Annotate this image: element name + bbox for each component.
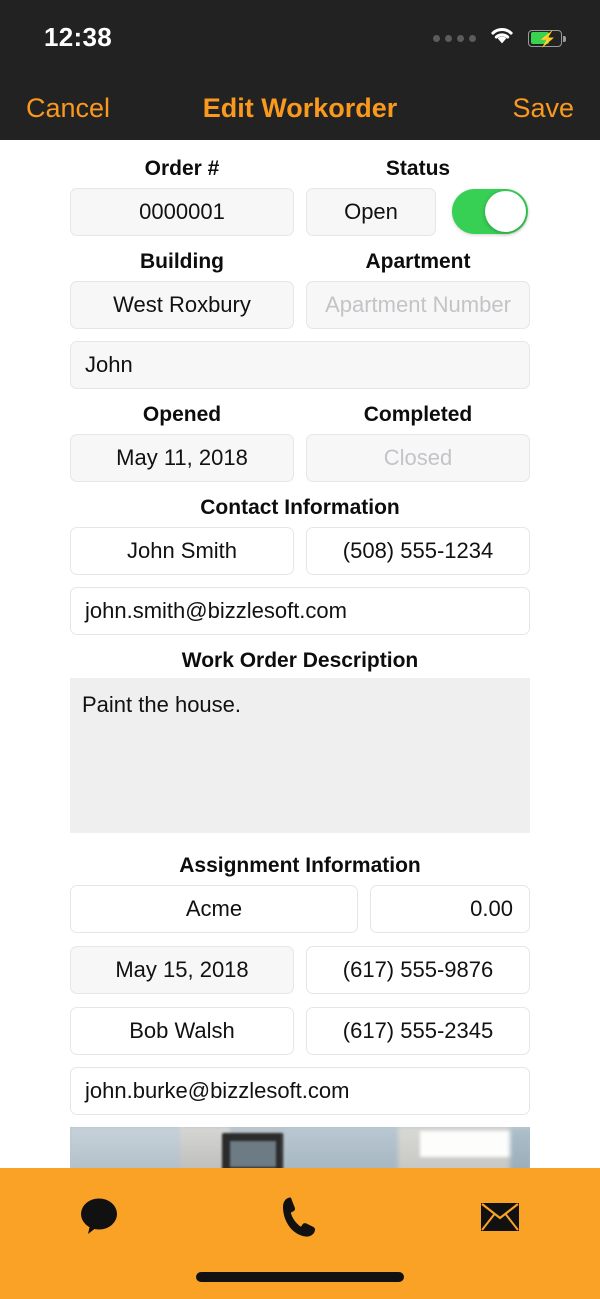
- status-toggle-knob: [485, 191, 526, 232]
- assignment-contact-name-field[interactable]: Bob Walsh: [70, 1007, 294, 1055]
- message-icon: [78, 1196, 122, 1238]
- apartment-label: Apartment: [365, 250, 471, 273]
- contact-name-field[interactable]: John Smith: [70, 527, 294, 575]
- completed-label: Completed: [363, 403, 473, 426]
- contact-information-heading: Contact Information: [200, 496, 400, 519]
- contact-email-field[interactable]: john.smith@bizzlesoft.com: [70, 587, 530, 635]
- contact-phone-field[interactable]: (508) 555-1234: [306, 527, 530, 575]
- apartment-field[interactable]: Apartment Number: [306, 281, 530, 329]
- save-button[interactable]: Save: [512, 93, 574, 124]
- status-field[interactable]: Open: [306, 188, 436, 236]
- email-button[interactable]: [400, 1182, 600, 1252]
- assignment-vendor-phone-field[interactable]: (617) 555-9876: [306, 946, 530, 994]
- tenant-name-field[interactable]: John: [70, 341, 530, 389]
- phone-screen: 12:38 ⚡ Cancel Edit Workorder Save Order…: [0, 0, 600, 1299]
- navigation-bar: Cancel Edit Workorder Save: [0, 76, 600, 140]
- opened-date-field[interactable]: May 11, 2018: [70, 434, 294, 482]
- status-label: Status: [385, 157, 451, 180]
- work-order-description-textarea[interactable]: Paint the house.: [70, 678, 530, 833]
- assignment-vendor-field[interactable]: Acme: [70, 885, 358, 933]
- building-label: Building: [140, 250, 224, 273]
- order-number-field[interactable]: 0000001: [70, 188, 294, 236]
- opened-label: Opened: [142, 403, 222, 426]
- order-number-label: Order #: [144, 157, 220, 180]
- signal-dots-icon: [433, 34, 476, 42]
- assignment-email-field[interactable]: john.burke@bizzlesoft.com: [70, 1067, 530, 1115]
- battery-charging-icon: ⚡: [528, 29, 566, 48]
- status-bar-indicators: ⚡: [433, 26, 566, 50]
- assignment-date-field[interactable]: May 15, 2018: [70, 946, 294, 994]
- assignment-information-heading: Assignment Information: [179, 854, 421, 877]
- work-order-description-heading: Work Order Description: [181, 649, 419, 672]
- completed-date-field[interactable]: Closed: [306, 434, 530, 482]
- assignment-amount-field[interactable]: 0.00: [370, 885, 530, 933]
- page-title: Edit Workorder: [202, 93, 398, 123]
- call-button[interactable]: [200, 1182, 400, 1252]
- status-bar-time: 12:38: [44, 22, 112, 52]
- status-bar: 12:38 ⚡: [0, 0, 600, 76]
- bottom-toolbar: [0, 1168, 600, 1299]
- assignment-contact-phone-field[interactable]: (617) 555-2345: [306, 1007, 530, 1055]
- email-icon: [481, 1203, 519, 1231]
- building-field[interactable]: West Roxbury: [70, 281, 294, 329]
- wifi-icon: [489, 26, 515, 50]
- message-button[interactable]: [0, 1182, 200, 1252]
- phone-icon: [280, 1195, 320, 1239]
- status-toggle[interactable]: [452, 189, 528, 234]
- home-indicator: [196, 1272, 404, 1282]
